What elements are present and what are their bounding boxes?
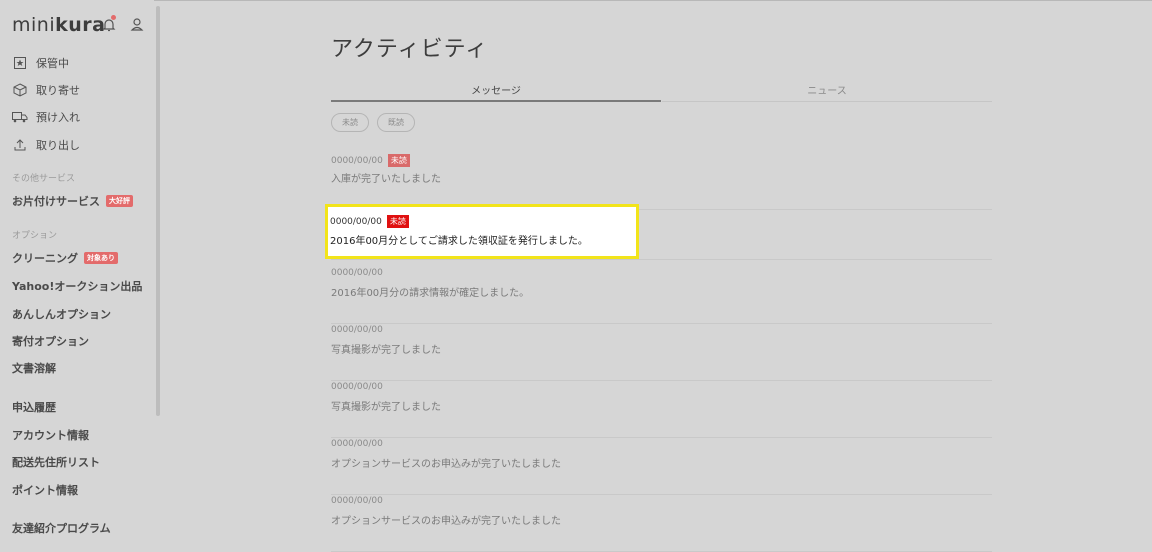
sidebar-item-account-info[interactable]: アカウント情報 — [12, 427, 89, 443]
sidebar-item-label: 友達紹介プログラム — [12, 522, 111, 535]
message-item[interactable]: 0000/00/00 オプションサービスのお申込みが完了いたしました — [331, 439, 992, 495]
unread-badge: 未読 — [387, 154, 410, 167]
sidebar-item-storage[interactable]: 保管中 — [12, 54, 69, 72]
sidebar-item-label: お片付けサービス — [12, 195, 100, 208]
message-date-row: 0000/00/00 未読 — [330, 215, 409, 228]
sidebar-item-deposit[interactable]: 預け入れ — [12, 108, 80, 126]
sidebar-item-label: ポイント情報 — [12, 484, 78, 497]
user-icon[interactable] — [130, 17, 144, 37]
sidebar-item-label: 取り出し — [36, 139, 80, 152]
popular-badge: 大好評 — [106, 195, 133, 207]
options-heading: オプション — [12, 231, 58, 241]
sidebar-item-takeout[interactable]: 取り出し — [12, 136, 80, 154]
sidebar-item-point-info[interactable]: ポイント情報 — [12, 482, 78, 498]
sidebar-item-label: 寄付オプション — [12, 335, 89, 348]
sidebar-scrollbar[interactable] — [156, 6, 160, 416]
page-title: アクティビティ — [331, 37, 489, 62]
sidebar-item-donation-option[interactable]: 寄付オプション — [12, 333, 89, 349]
message-date: 0000/00/00 — [331, 155, 383, 166]
sidebar-item-order-history[interactable]: 申込履歴 — [12, 399, 56, 415]
sidebar-item-yahoo-auction[interactable]: Yahoo!オークション出品 — [12, 278, 142, 294]
message-date: 0000/00/00 — [331, 439, 383, 449]
sidebar-item-label: アカウント情報 — [12, 429, 89, 442]
message-text: 入庫が完了いたしました — [331, 174, 441, 185]
message-date: 0000/00/00 — [330, 216, 382, 227]
top-border — [0, 0, 1152, 1]
box-icon — [12, 83, 28, 97]
sidebar-item-label: 預け入れ — [36, 111, 80, 124]
sidebar-item-label: クリーニング — [12, 252, 78, 265]
sidebar-item-label: 取り寄せ — [36, 84, 80, 97]
bell-icon[interactable] — [102, 15, 116, 37]
message-date: 0000/00/00 — [331, 325, 383, 335]
eligible-badge: 対象あり — [84, 252, 118, 264]
message-item[interactable]: 0000/00/00 写真撮影が完了しました — [331, 382, 992, 438]
message-item[interactable]: 0000/00/00 未読 入庫が完了いたしました — [331, 154, 992, 210]
sidebar-item-label: 申込履歴 — [12, 401, 56, 414]
message-text: 2016年00月分の請求情報が確定しました。 — [331, 288, 530, 299]
message-date: 0000/00/00 — [331, 382, 383, 392]
notification-dot — [111, 15, 116, 20]
sidebar: minikura 保管中 取り寄せ 預け入れ 取り出し その他サービス お片付け… — [0, 0, 154, 552]
filter-read-button[interactable]: 既読 — [377, 113, 415, 132]
sidebar-item-retrieve[interactable]: 取り寄せ — [12, 81, 80, 99]
highlighted-message-item[interactable]: 0000/00/00 未読 2016年00月分としてご請求した領収証を発行しまし… — [325, 204, 639, 259]
star-box-icon — [12, 56, 28, 70]
message-text: 2016年00月分としてご請求した領収証を発行しました。 — [330, 236, 588, 247]
tab-bar: メッセージ ニュース — [331, 78, 992, 102]
minikura-logo[interactable]: minikura — [12, 14, 105, 36]
message-item[interactable]: 0000/00/00 写真撮影が完了しました — [331, 325, 992, 381]
sidebar-item-label: 配送先住所リスト — [12, 456, 100, 469]
sidebar-item-cleaning[interactable]: クリーニング 対象あり — [12, 250, 118, 266]
sidebar-item-document-dissolve[interactable]: 文書溶解 — [12, 360, 56, 376]
sidebar-item-label: あんしんオプション — [12, 308, 111, 321]
sidebar-item-label: 保管中 — [36, 57, 69, 70]
filter-unread-button[interactable]: 未読 — [331, 113, 369, 132]
message-text: オプションサービスのお申込みが完了いたしました — [331, 516, 561, 527]
sidebar-item-tidy-service[interactable]: お片付けサービス 大好評 — [12, 193, 133, 209]
message-text: 写真撮影が完了しました — [331, 402, 441, 413]
message-text: オプションサービスのお申込みが完了いたしました — [331, 459, 561, 470]
tab-messages[interactable]: メッセージ — [331, 78, 661, 102]
message-item[interactable]: 0000/00/00 オプションサービスのお申込みが完了いたしました — [331, 496, 992, 552]
message-item[interactable]: 0000/00/00 2016年00月分の請求情報が確定しました。 — [331, 268, 992, 324]
message-date-row: 0000/00/00 未読 — [331, 154, 410, 167]
message-date: 0000/00/00 — [331, 496, 383, 506]
truck-icon — [12, 110, 28, 124]
upload-icon — [12, 138, 28, 152]
sidebar-item-anshin-option[interactable]: あんしんオプション — [12, 306, 111, 322]
tab-news[interactable]: ニュース — [662, 78, 992, 102]
sidebar-item-referral[interactable]: 友達紹介プログラム — [12, 520, 111, 536]
message-date: 0000/00/00 — [331, 268, 383, 278]
sidebar-item-address-list[interactable]: 配送先住所リスト — [12, 454, 100, 470]
header-bar: minikura — [12, 14, 152, 38]
other-services-heading: その他サービス — [12, 174, 76, 184]
message-text: 写真撮影が完了しました — [331, 345, 441, 356]
unread-badge: 未読 — [386, 215, 409, 228]
sidebar-item-label: Yahoo!オークション出品 — [12, 280, 143, 293]
sidebar-item-label: 文書溶解 — [12, 362, 56, 375]
